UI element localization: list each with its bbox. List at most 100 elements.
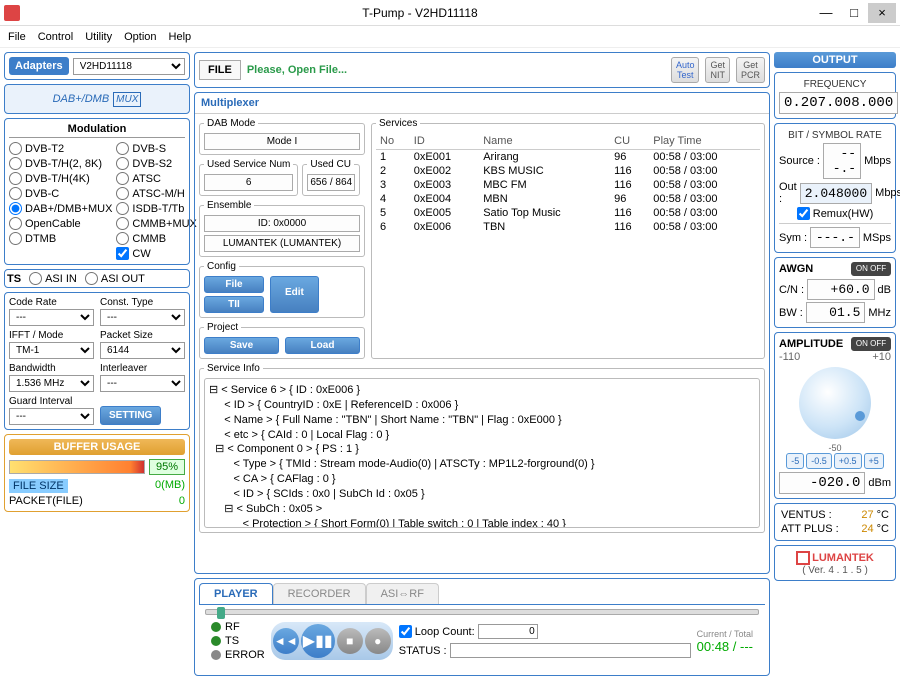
amp-minus-5[interactable]: -5 bbox=[786, 453, 804, 469]
modulation-atsc-m-h[interactable]: ATSC-M/H bbox=[116, 187, 196, 200]
amplitude-panel: AMPLITUDEON OFF -110+10 -50 -5 -0.5 +0.5… bbox=[774, 332, 896, 499]
menu-file[interactable]: File bbox=[8, 31, 26, 43]
modulation-dvb-s2[interactable]: DVB-S2 bbox=[116, 157, 196, 170]
get-pcr-button[interactable]: Get PCR bbox=[736, 57, 765, 83]
modulation-atsc[interactable]: ATSC bbox=[116, 172, 196, 185]
minimize-button[interactable]: — bbox=[812, 3, 840, 23]
mode-lcd: DAB+/DMBMUX bbox=[4, 84, 190, 114]
close-button[interactable]: × bbox=[868, 3, 896, 23]
modulation-title: Modulation bbox=[9, 123, 185, 138]
loop-count-check[interactable]: Loop Count: bbox=[399, 625, 475, 638]
source-rate: ---.- bbox=[823, 143, 861, 179]
modulation-dtmb[interactable]: DTMB bbox=[9, 232, 112, 245]
config-tii-button[interactable]: TII bbox=[204, 296, 264, 313]
guard-interval-select[interactable]: --- bbox=[9, 408, 94, 425]
code-rate-select[interactable]: --- bbox=[9, 309, 94, 326]
amp-minus-05[interactable]: -0.5 bbox=[806, 453, 832, 469]
frequency-value[interactable]: 0.207.008.000 bbox=[779, 92, 898, 114]
modulation-opencable[interactable]: OpenCable bbox=[9, 217, 112, 230]
filesize-label: FILE SIZE bbox=[9, 479, 68, 493]
project-save-button[interactable]: Save bbox=[204, 337, 279, 354]
amplitude-knob[interactable] bbox=[799, 367, 871, 439]
modulation-dvb-t-h-4k-[interactable]: DVB-T/H(4K) bbox=[9, 172, 112, 185]
auto-test-button[interactable]: Auto Test bbox=[671, 57, 700, 83]
modulation-cw[interactable]: CW bbox=[116, 247, 196, 260]
setting-button[interactable]: SETTING bbox=[100, 406, 161, 425]
menu-control[interactable]: Control bbox=[38, 31, 73, 43]
asi-in-radio[interactable]: ASI IN bbox=[29, 272, 77, 285]
out-rate[interactable]: 2.048000 bbox=[800, 183, 872, 204]
version-text: ( Ver. 4 . 1 . 5 ) bbox=[779, 565, 891, 576]
amplitude-value[interactable]: -020.0 bbox=[779, 472, 865, 494]
const-type-select[interactable]: --- bbox=[100, 309, 185, 326]
asi-out-radio[interactable]: ASI OUT bbox=[85, 272, 145, 285]
amp-plus-05[interactable]: +0.5 bbox=[834, 453, 862, 469]
remux-check[interactable]: Remux(HW) bbox=[779, 207, 891, 220]
service-row[interactable]: 10xE001Arirang9600:58 / 03:00 bbox=[376, 150, 760, 165]
record-button[interactable]: ● bbox=[365, 628, 391, 654]
play-pause-button[interactable]: ▶▮▮ bbox=[301, 624, 335, 658]
dab-mode-value: Mode I bbox=[204, 133, 360, 150]
file-button[interactable]: FILE bbox=[199, 60, 241, 80]
config-file-button[interactable]: File bbox=[204, 276, 264, 293]
led-error bbox=[211, 650, 221, 660]
modulation-isdb-t-tb[interactable]: ISDB-T/Tb bbox=[116, 202, 196, 215]
ifft-select[interactable]: TM-1 bbox=[9, 342, 94, 359]
service-info-tree[interactable]: ⊟ < Service 6 > { ID : 0xE006 } < ID > {… bbox=[204, 378, 760, 528]
amplitude-toggle[interactable]: ON OFF bbox=[851, 337, 891, 351]
modulation-dab-dmb-mux[interactable]: DAB+/DMB+MUX bbox=[9, 202, 112, 215]
project-load-button[interactable]: Load bbox=[285, 337, 360, 354]
progress-slider[interactable] bbox=[205, 609, 759, 615]
modulation-[interactable] bbox=[9, 247, 112, 260]
tab-player[interactable]: PLAYER bbox=[199, 583, 273, 604]
awgn-toggle[interactable]: ON OFF bbox=[851, 262, 891, 276]
adapter-select[interactable]: V2HD11118 bbox=[73, 58, 185, 75]
config-edit-button[interactable]: Edit bbox=[270, 276, 319, 313]
ts-selector: TS ASI IN ASI OUT bbox=[4, 269, 190, 288]
cn-value[interactable]: +60.0 bbox=[807, 279, 874, 300]
bitrate-panel: BIT / SYMBOL RATE Source :---.-Mbps Out … bbox=[774, 123, 896, 253]
service-row[interactable]: 30xE003MBC FM11600:58 / 03:00 bbox=[376, 178, 760, 192]
service-row[interactable]: 60xE006TBN11600:58 / 03:00 bbox=[376, 220, 760, 234]
modulation-cmmb[interactable]: CMMB bbox=[116, 232, 196, 245]
ensemble-name: LUMANTEK (LUMANTEK) bbox=[204, 235, 360, 252]
rewind-button[interactable]: ◄◄ bbox=[273, 628, 299, 654]
adapters-label: Adapters bbox=[9, 57, 69, 75]
awgn-bw-value[interactable]: 01.5 bbox=[806, 302, 866, 323]
service-row[interactable]: 40xE004MBN9600:58 / 03:00 bbox=[376, 192, 760, 206]
file-bar: FILE Please, Open File... Auto Test Get … bbox=[194, 52, 770, 88]
service-row[interactable]: 50xE005Satio Top Music11600:58 / 03:00 bbox=[376, 206, 760, 220]
menu-help[interactable]: Help bbox=[169, 31, 192, 43]
interleaver-select[interactable]: --- bbox=[100, 375, 185, 392]
loop-count-input[interactable] bbox=[478, 624, 538, 639]
led-ts bbox=[211, 636, 221, 646]
modulation-dvb-t2[interactable]: DVB-T2 bbox=[9, 142, 112, 155]
maximize-button[interactable]: □ bbox=[840, 3, 868, 23]
current-total-value: 00:48 / --- bbox=[697, 639, 753, 654]
service-row[interactable]: 20xE002KBS MUSIC11600:58 / 03:00 bbox=[376, 164, 760, 178]
amp-plus-5[interactable]: +5 bbox=[864, 453, 884, 469]
bandwidth-select[interactable]: 1.536 MHz bbox=[9, 375, 94, 392]
buffer-percent: 95% bbox=[149, 459, 185, 475]
packet-size-select[interactable]: 6144 bbox=[100, 342, 185, 359]
adapters-panel: Adapters V2HD11118 bbox=[4, 52, 190, 80]
get-nit-button[interactable]: Get NIT bbox=[705, 57, 730, 83]
used-cu: 656 / 864 bbox=[307, 174, 355, 191]
output-title: OUTPUT bbox=[774, 52, 896, 68]
tab-recorder[interactable]: RECORDER bbox=[273, 583, 366, 604]
modulation-dvb-s[interactable]: DVB-S bbox=[116, 142, 196, 155]
modulation-dvb-t-h-2-8k-[interactable]: DVB-T/H(2, 8K) bbox=[9, 157, 112, 170]
modulation-dvb-c[interactable]: DVB-C bbox=[9, 187, 112, 200]
stop-button[interactable]: ■ bbox=[337, 628, 363, 654]
frequency-panel: FREQUENCY 0.207.008.000Hz bbox=[774, 72, 896, 119]
filesize-value: 0(MB) bbox=[155, 479, 185, 493]
buffer-bar bbox=[9, 460, 145, 474]
multiplexer-title: Multiplexer bbox=[195, 93, 769, 114]
menu-option[interactable]: Option bbox=[124, 31, 156, 43]
modulation-cmmb-mux[interactable]: CMMB+MUX bbox=[116, 217, 196, 230]
player-panel: PLAYER RECORDER ASI⇔RF RF TS ERROR ◄◄ ▶▮… bbox=[194, 578, 770, 676]
tab-asi-rf[interactable]: ASI⇔RF bbox=[366, 583, 439, 604]
lumantek-logo: LUMANTEK bbox=[779, 550, 891, 565]
multiplexer-panel: Multiplexer DAB ModeMode I Used Service … bbox=[194, 92, 770, 574]
menu-utility[interactable]: Utility bbox=[85, 31, 112, 43]
